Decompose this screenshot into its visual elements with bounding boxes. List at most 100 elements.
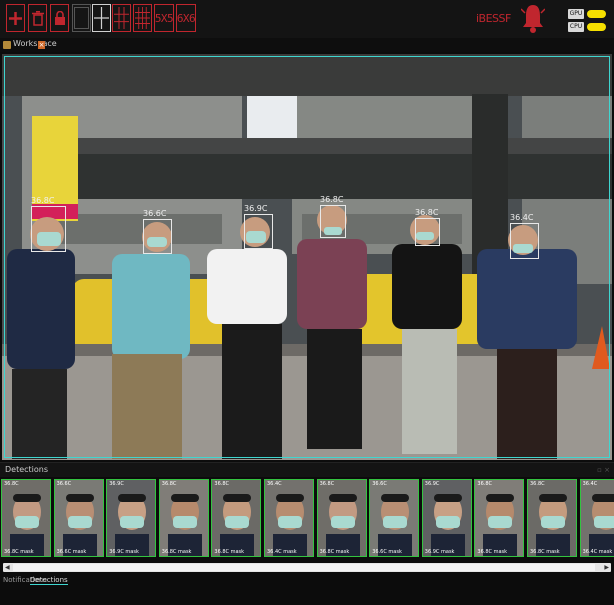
- workspace-close-icon[interactable]: ×: [38, 41, 45, 49]
- face-thumbnail-image: [115, 494, 150, 556]
- layout-2x2-icon: [94, 7, 109, 29]
- detection-thumbnail[interactable]: 36.8C 36.8C mask: [527, 479, 577, 557]
- face-thumbnail-image: [430, 494, 465, 556]
- layout-3x3-icon: [114, 7, 129, 29]
- detection-thumbnail[interactable]: 36.4C 36.4C mask: [579, 479, 614, 557]
- layout-5x5-button[interactable]: 5X5: [154, 4, 174, 32]
- bottom-tab-bar: Notifications Detections: [0, 574, 614, 605]
- gpu-bar: [587, 10, 606, 18]
- detections-title: Detections: [5, 465, 49, 474]
- cpu-label: CPU: [568, 22, 584, 32]
- thumbnail-caption: 36.8C mask: [4, 549, 34, 555]
- detection-thumbnail[interactable]: 36.6C 36.6C mask: [53, 479, 104, 557]
- detections-scrollbar[interactable]: ◀ ▶: [3, 563, 611, 572]
- detections-strip: 36.8C 36.8C mask 36.6C 36.6C mask 36.9C 36.9C…: [0, 478, 614, 560]
- thumbnail-temp: 36.8C: [4, 481, 19, 487]
- thumbnail-temp: 36.8C: [214, 481, 230, 487]
- face-thumbnail-image: [378, 494, 413, 556]
- thumbnail-caption: 36.8C mask: [477, 549, 508, 555]
- face-box-3[interactable]: [244, 214, 273, 249]
- face-temp-2: 36.6C: [143, 209, 167, 218]
- alert-label: iBESSF: [476, 12, 511, 25]
- face-thumbnail-image: [220, 494, 255, 556]
- detection-thumbnail[interactable]: 36.9C 36.9C mask: [421, 479, 472, 557]
- face-thumbnail-image: [483, 494, 518, 556]
- face-box-5[interactable]: [415, 218, 440, 246]
- layout-2x2-button[interactable]: [92, 4, 111, 32]
- thumbnail-caption: 36.9C mask: [424, 549, 455, 555]
- gpu-status: GPU: [568, 9, 608, 20]
- thumbnail-temp: 36.8C: [319, 481, 335, 487]
- face-thumbnail-image: [588, 494, 614, 556]
- thumbnail-caption: 36.6C mask: [56, 549, 87, 555]
- thumbnail-caption: 36.8C mask: [530, 549, 560, 555]
- detection-thumbnail[interactable]: 36.8C 36.8C mask: [158, 479, 209, 557]
- face-temp-1: 36.8C: [31, 196, 55, 205]
- thumbnail-caption: 36.8C mask: [161, 549, 192, 555]
- layout-3x3-button[interactable]: [112, 4, 131, 32]
- layout-6x6-button[interactable]: 6X6: [176, 4, 196, 32]
- scroll-right-icon[interactable]: ▶: [604, 564, 609, 571]
- thumbnail-temp: 36.9C: [109, 481, 124, 487]
- face-thumbnail-image: [536, 494, 570, 556]
- lock-icon: [54, 10, 65, 25]
- workspace-icon: [3, 41, 11, 49]
- thumbnail-caption: 36.4C mask: [582, 549, 613, 555]
- face-temp-6: 36.4C: [510, 213, 534, 222]
- face-thumbnail-image: [167, 494, 202, 556]
- thumbnail-caption: 36.8C mask: [214, 549, 245, 555]
- tab-detections[interactable]: Detections: [30, 576, 68, 585]
- bell-icon: [520, 5, 546, 33]
- face-box-6[interactable]: [510, 223, 539, 259]
- thumbnail-temp: 36.6C: [372, 481, 387, 487]
- detection-thumbnail[interactable]: 36.6C 36.6C mask: [369, 479, 420, 557]
- thumbnail-caption: 36.6C mask: [372, 549, 402, 555]
- face-thumbnail-image: [10, 494, 44, 556]
- layout-4x4-button[interactable]: [133, 4, 152, 32]
- lock-button[interactable]: [50, 4, 69, 32]
- layout-6x6-label: 6X6: [176, 11, 196, 25]
- cpu-status: CPU: [568, 22, 608, 33]
- face-thumbnail-image: [62, 494, 97, 556]
- thumbnail-temp: 36.8C: [161, 481, 177, 487]
- face-temp-4: 36.8C: [320, 195, 344, 204]
- toolbar: 5X5 6X6 iBESSF GPU CPU: [0, 0, 614, 39]
- face-temp-5: 36.8C: [415, 208, 439, 217]
- add-button[interactable]: [6, 4, 25, 32]
- detection-thumbnail[interactable]: 36.8C 36.8C mask: [316, 479, 367, 557]
- face-thumbnail-image: [325, 494, 360, 556]
- delete-button[interactable]: [28, 4, 47, 32]
- detection-thumbnail[interactable]: 36.8C 36.8C mask: [1, 479, 51, 557]
- alarm-button[interactable]: [520, 3, 546, 39]
- face-temp-3: 36.9C: [244, 204, 268, 213]
- detection-thumbnail[interactable]: 36.8C 36.8C mask: [211, 479, 262, 557]
- thumbnail-caption: 36.8C mask: [319, 549, 350, 555]
- face-box-1[interactable]: [31, 206, 66, 252]
- thumbnail-caption: 36.9C mask: [109, 549, 139, 555]
- thumbnail-caption: 36.4C mask: [267, 549, 297, 555]
- detection-thumbnail[interactable]: 36.8C 36.8C mask: [474, 479, 525, 557]
- layout-4x4-icon: [135, 7, 150, 29]
- panel-controls-icon[interactable]: ▫ ×: [597, 466, 610, 474]
- cpu-bar: [587, 23, 606, 31]
- trash-icon: [31, 10, 44, 26]
- gpu-label: GPU: [568, 9, 584, 19]
- thumbnail-temp: 36.4C: [582, 481, 598, 487]
- layout-1x1-button[interactable]: [72, 4, 91, 32]
- camera-view[interactable]: 36.8C 36.6C 36.9C 36.8C 36.8C 36.4C: [2, 54, 612, 460]
- scroll-left-icon[interactable]: ◀: [5, 564, 10, 571]
- plus-icon: [9, 11, 22, 25]
- thumbnail-temp: 36.8C: [477, 481, 493, 487]
- detection-thumbnail[interactable]: 36.4C 36.4C mask: [264, 479, 314, 557]
- face-box-2[interactable]: [143, 219, 172, 254]
- detections-header: Detections ▫ ×: [0, 462, 614, 477]
- layout-5x5-label: 5X5: [154, 11, 174, 25]
- face-box-4[interactable]: [320, 205, 346, 238]
- thumbnail-temp: 36.6C: [56, 481, 72, 487]
- thumbnail-temp: 36.9C: [424, 481, 440, 487]
- workspace-tab-bar: Workspace ×: [0, 38, 614, 52]
- scroll-thumb[interactable]: [13, 564, 595, 571]
- layout-1x1-icon: [74, 7, 89, 29]
- detection-thumbnail[interactable]: 36.9C 36.9C mask: [106, 479, 157, 557]
- workspace-tab[interactable]: Workspace: [13, 39, 57, 48]
